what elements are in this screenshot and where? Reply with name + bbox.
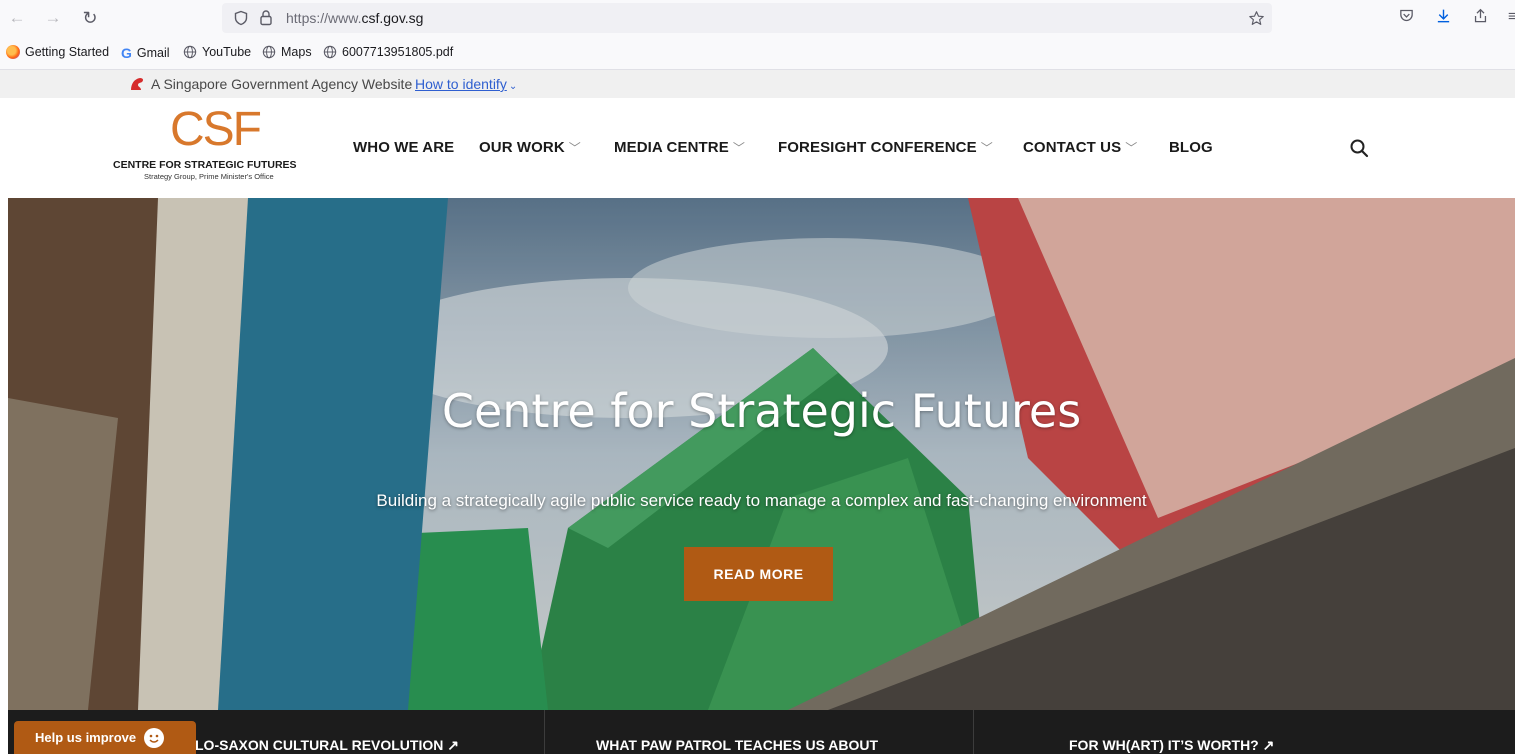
help-us-improve-button[interactable]: Help us improve xyxy=(14,721,196,754)
bookmark-star-icon[interactable] xyxy=(1248,10,1265,27)
ticker-item[interactable]: LO-SAXON CULTURAL REVOLUTION ↗ xyxy=(195,737,459,754)
google-icon: G xyxy=(121,45,132,61)
share-icon[interactable] xyxy=(1472,7,1489,25)
chevron-down-icon: ﹀ xyxy=(568,141,581,155)
nav-contact-us[interactable]: CONTACT US ﹀ xyxy=(1023,139,1137,156)
url-text: https://www.csf.gov.sg xyxy=(286,10,424,26)
news-ticker: LO-SAXON CULTURAL REVOLUTION ↗ WHAT PAW … xyxy=(8,710,1515,754)
ticker-divider xyxy=(973,710,974,754)
nav-media-centre[interactable]: MEDIA CENTRE ﹀ xyxy=(614,139,745,156)
lock-icon[interactable] xyxy=(258,9,274,26)
menu-icon[interactable]: ≡ xyxy=(1508,8,1515,25)
search-icon[interactable] xyxy=(1349,138,1369,158)
site-header: CSF CENTRE FOR STRATEGIC FUTURES Strateg… xyxy=(0,98,1515,198)
lion-head-icon xyxy=(131,78,144,90)
nav-our-work[interactable]: OUR WORK ﹀ xyxy=(479,139,581,156)
hero-subtitle: Building a strategically agile public se… xyxy=(376,491,1147,510)
globe-icon xyxy=(262,45,276,59)
ticker-divider xyxy=(544,710,545,754)
back-icon[interactable]: ← xyxy=(6,7,28,29)
logo-mark: CSF xyxy=(170,103,262,156)
chevron-down-icon: ﹀ xyxy=(1125,141,1138,155)
bookmark-maps[interactable]: Maps xyxy=(262,45,312,59)
browser-toolbar: ← → ↻ https://www.csf.gov.sg ≡ xyxy=(0,0,1515,36)
nav-blog[interactable]: BLOG xyxy=(1169,139,1213,156)
pocket-icon[interactable] xyxy=(1398,7,1415,24)
bookmarks-bar: Getting Started G Gmail YouTube Maps 600… xyxy=(0,36,1515,70)
chevron-down-icon: ﹀ xyxy=(732,141,745,155)
chevron-down-icon: ﹀ xyxy=(980,141,993,155)
bookmark-getting-started[interactable]: Getting Started xyxy=(6,45,109,59)
nav-foresight-conference[interactable]: FORESIGHT CONFERENCE ﹀ xyxy=(778,139,993,156)
masthead-text: A Singapore Government Agency Website xyxy=(151,76,413,92)
gov-masthead: A Singapore Government Agency Website Ho… xyxy=(0,70,1515,98)
hero-background-image xyxy=(8,198,1515,710)
hero-title: Centre for Strategic Futures xyxy=(441,384,1082,438)
tracking-shield-icon[interactable] xyxy=(233,10,249,26)
smiley-icon xyxy=(144,727,165,748)
download-icon[interactable] xyxy=(1435,7,1452,25)
ticker-item[interactable]: WHAT PAW PATROL TEACHES US ABOUT xyxy=(596,737,878,753)
globe-icon xyxy=(183,45,197,59)
address-bar[interactable]: https://www.csf.gov.sg xyxy=(222,3,1272,33)
chevron-down-icon: ⌄ xyxy=(508,81,518,92)
bookmark-youtube[interactable]: YouTube xyxy=(183,45,251,59)
how-to-identify-link[interactable]: How to identify ⌄ xyxy=(415,76,517,92)
hero-banner: Centre for Strategic Futures Building a … xyxy=(8,198,1515,710)
nav-who-we-are[interactable]: WHO WE ARE xyxy=(353,139,454,156)
bookmark-pdf[interactable]: 6007713951805.pdf xyxy=(323,45,453,59)
reload-icon[interactable]: ↻ xyxy=(79,7,101,29)
ticker-item[interactable]: FOR WH(ART) IT’S WORTH? ↗ xyxy=(1069,737,1274,754)
forward-icon[interactable]: → xyxy=(42,7,64,29)
bookmark-gmail[interactable]: G Gmail xyxy=(121,45,170,61)
logo-subtitle: Strategy Group, Prime Minister's Office xyxy=(144,172,274,181)
logo-title: CENTRE FOR STRATEGIC FUTURES xyxy=(113,159,297,171)
firefox-icon xyxy=(6,45,20,59)
read-more-button[interactable]: READ MORE xyxy=(684,547,833,601)
globe-icon xyxy=(323,45,337,59)
